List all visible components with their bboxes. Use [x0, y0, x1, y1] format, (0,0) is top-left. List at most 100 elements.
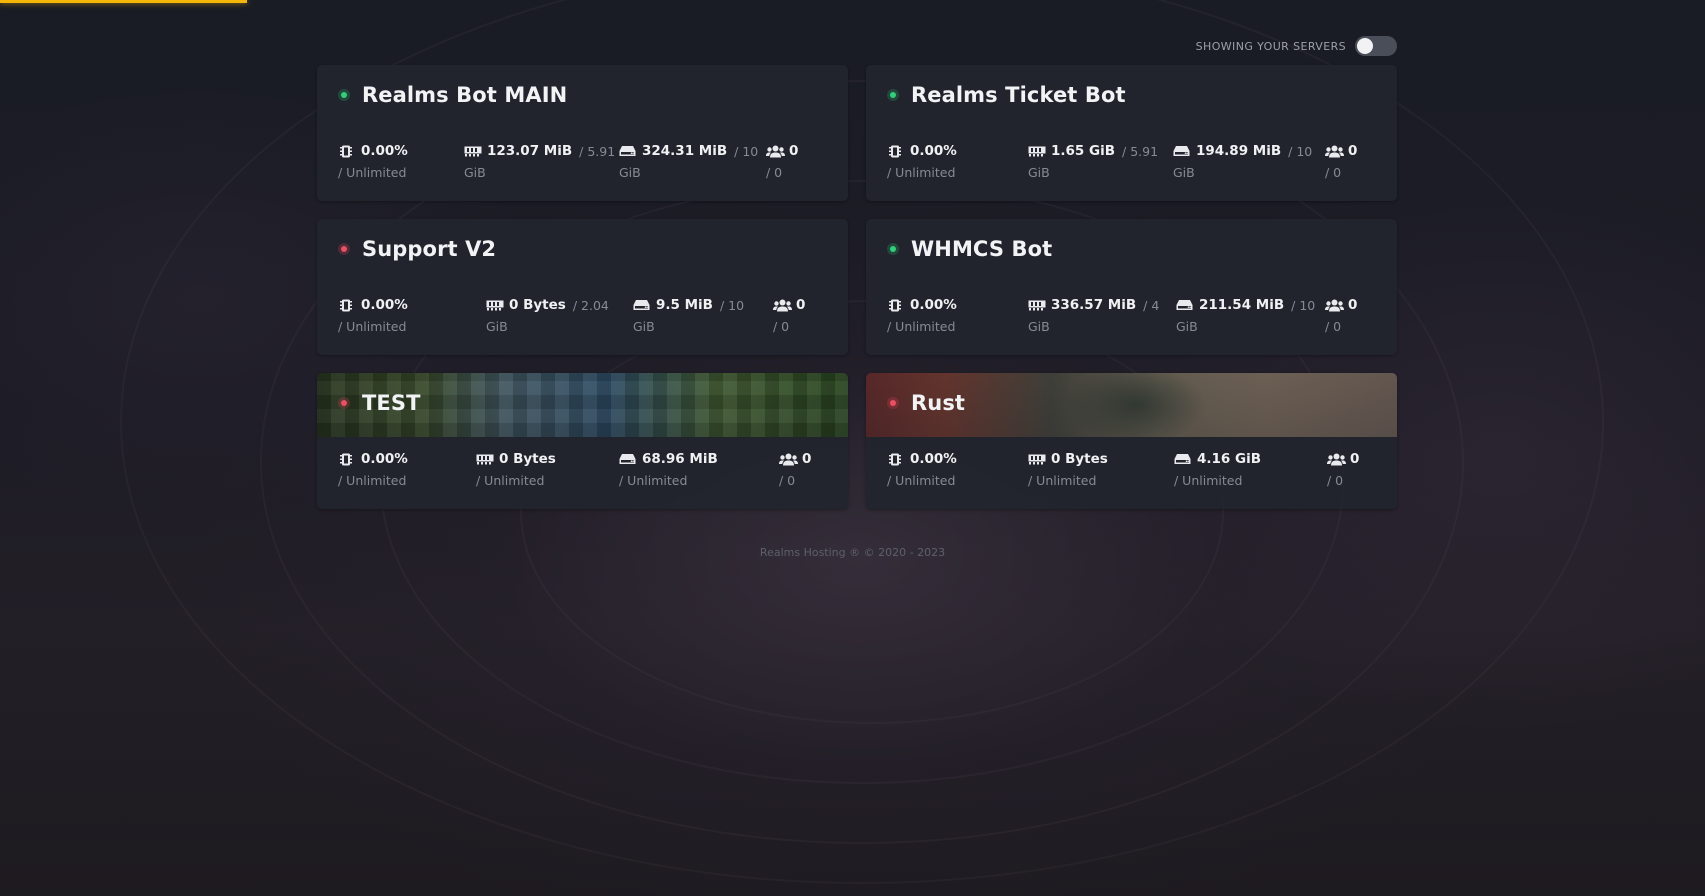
cpu-icon	[887, 145, 903, 158]
memory-limit: / Unlimited	[476, 473, 545, 488]
server-header: Support V2	[338, 237, 496, 261]
memory-icon	[1028, 453, 1046, 465]
disk-stat: 4.16 GiB / Unlimited	[1174, 451, 1327, 488]
memory-icon	[476, 453, 494, 465]
server-stats: 0.00% / Unlimited 0 Bytes / Unlimited	[338, 451, 832, 488]
server-name: Support V2	[362, 237, 497, 261]
memory-value: 1.65 GiB	[1051, 143, 1116, 159]
disk-stat: 68.96 MiB / Unlimited	[619, 451, 779, 488]
server-filter-toggle[interactable]	[1355, 36, 1397, 56]
disk-stat: 9.5 MiB / 10 GiB	[633, 297, 773, 334]
footer-copyright: Realms Hosting ® © 2020 - 2023	[759, 546, 946, 559]
disk-limit-inline: / 10	[1288, 143, 1313, 159]
server-name: TEST	[362, 391, 421, 415]
players-stat: 0 / 0	[766, 143, 798, 180]
disk-limit: GiB	[1176, 319, 1198, 334]
users-icon	[1325, 299, 1344, 312]
players-stat: 0 / 0	[773, 297, 805, 334]
server-stats: 0.00% / Unlimited 336.57 MiB / 4 GiB 211…	[887, 297, 1381, 334]
disk-limit: / Unlimited	[1174, 473, 1243, 488]
memory-stat: 123.07 MiB / 5.91 GiB	[464, 143, 619, 180]
disk-limit-inline: / 10	[734, 143, 759, 159]
loading-progress-bar	[0, 0, 247, 3]
players-limit: / 0	[1325, 319, 1342, 334]
cpu-limit: / Unlimited	[338, 473, 407, 488]
server-filter-toggle-row: SHOWING YOUR SERVERS	[1196, 36, 1397, 56]
cpu-limit: / Unlimited	[887, 165, 956, 180]
players-stat: 0 / 0	[779, 451, 811, 488]
memory-limit: / Unlimited	[1028, 473, 1097, 488]
memory-limit: GiB	[464, 165, 486, 180]
server-stats: 0.00% / Unlimited 123.07 MiB / 5.91 GiB	[338, 143, 832, 180]
players-stat: 0 / 0	[1325, 297, 1357, 334]
disk-value: 324.31 MiB	[642, 143, 728, 159]
memory-stat: 0 Bytes / Unlimited	[476, 451, 619, 488]
players-value: 0	[796, 297, 806, 313]
cpu-value: 0.00%	[361, 451, 408, 467]
disk-icon	[619, 453, 636, 465]
cpu-value: 0.00%	[910, 451, 957, 467]
disk-value: 68.96 MiB	[642, 451, 718, 467]
server-name: Realms Ticket Bot	[911, 83, 1126, 107]
server-card-4[interactable]: WHMCS Bot 0.00% / Unlimited 336.57 MiB /…	[866, 219, 1397, 355]
memory-icon	[1028, 299, 1046, 311]
cpu-icon	[338, 453, 354, 466]
cpu-stat: 0.00% / Unlimited	[338, 143, 464, 180]
players-limit: / 0	[1325, 165, 1342, 180]
disk-icon	[1173, 145, 1190, 157]
memory-icon	[1028, 145, 1046, 157]
status-indicator	[338, 243, 350, 255]
disk-limit: GiB	[619, 165, 641, 180]
server-card-2[interactable]: Realms Ticket Bot 0.00% / Unlimited 1.65…	[866, 65, 1397, 201]
players-limit: / 0	[1327, 473, 1344, 488]
players-limit: / 0	[773, 319, 790, 334]
disk-stat: 211.54 MiB / 10 GiB	[1176, 297, 1325, 334]
memory-limit: GiB	[1028, 319, 1050, 334]
server-card-6[interactable]: Rust 0.00% / Unlimited 0 Bytes / Unlimit…	[866, 373, 1397, 509]
server-header: Rust	[887, 391, 965, 415]
memory-limit-inline: / 5.91	[1122, 143, 1159, 159]
memory-stat: 0 Bytes / 2.04 GiB	[486, 297, 633, 334]
disk-limit: GiB	[1173, 165, 1195, 180]
cpu-value: 0.00%	[361, 143, 408, 159]
memory-limit: GiB	[1028, 165, 1050, 180]
memory-value: 0 Bytes	[499, 451, 556, 467]
server-card-3[interactable]: Support V2 0.00% / Unlimited 0 Bytes / 2…	[317, 219, 848, 355]
server-list: Realms Bot MAIN 0.00% / Unlimited 123.07…	[317, 65, 1397, 509]
disk-icon	[619, 145, 636, 157]
server-stats: 0.00% / Unlimited 0 Bytes / Unlimited	[887, 451, 1381, 488]
memory-limit-inline: / 5.91	[579, 143, 616, 159]
cpu-icon	[887, 299, 903, 312]
cpu-value: 0.00%	[910, 297, 957, 313]
users-icon	[766, 145, 785, 158]
players-stat: 0 / 0	[1327, 451, 1359, 488]
disk-value: 9.5 MiB	[656, 297, 713, 313]
server-name: Rust	[911, 391, 966, 415]
cpu-stat: 0.00% / Unlimited	[887, 297, 1028, 334]
disk-stat: 194.89 MiB / 10 GiB	[1173, 143, 1325, 180]
players-value: 0	[802, 451, 812, 467]
memory-value: 0 Bytes	[1051, 451, 1108, 467]
disk-value: 194.89 MiB	[1196, 143, 1282, 159]
disk-limit: GiB	[633, 319, 655, 334]
cpu-value: 0.00%	[361, 297, 408, 313]
players-limit: / 0	[779, 473, 796, 488]
memory-icon	[486, 299, 504, 311]
users-icon	[779, 453, 798, 466]
cpu-icon	[338, 299, 354, 312]
disk-value: 211.54 MiB	[1199, 297, 1285, 313]
server-header: Realms Ticket Bot	[887, 83, 1126, 107]
status-indicator	[338, 89, 350, 101]
server-filter-label: SHOWING YOUR SERVERS	[1195, 39, 1346, 53]
server-stats: 0.00% / Unlimited 1.65 GiB / 5.91 GiB 19…	[887, 143, 1381, 180]
memory-limit-inline: / 2.04	[572, 297, 609, 313]
memory-stat: 1.65 GiB / 5.91 GiB	[1028, 143, 1173, 180]
memory-stat: 336.57 MiB / 4 GiB	[1028, 297, 1176, 334]
cpu-limit: / Unlimited	[338, 319, 407, 334]
memory-value: 123.07 MiB	[487, 143, 573, 159]
players-value: 0	[789, 143, 799, 159]
toggle-knob	[1357, 38, 1373, 54]
server-card-1[interactable]: Realms Bot MAIN 0.00% / Unlimited 123.07…	[317, 65, 848, 201]
server-card-5[interactable]: TEST 0.00% / Unlimited 0 Bytes / Unlimit…	[317, 373, 848, 509]
status-indicator	[887, 397, 899, 409]
